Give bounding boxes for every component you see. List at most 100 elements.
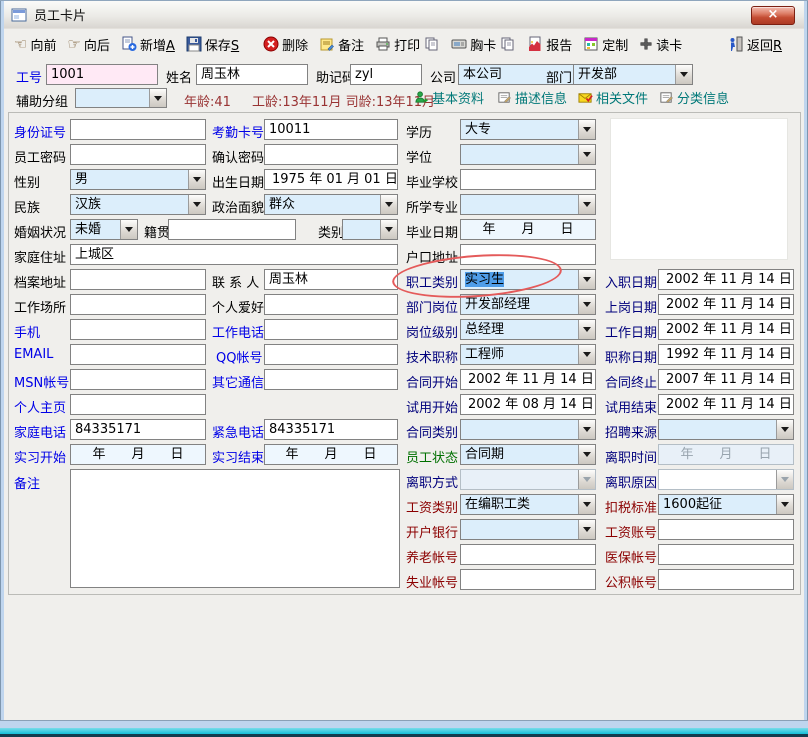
chevron-down-icon[interactable] [578,120,595,139]
chevron-down-icon[interactable] [578,195,595,214]
workplace-input[interactable] [70,294,206,315]
emp-type-select[interactable]: 实习生 [460,269,596,290]
native-place-input[interactable] [168,219,296,240]
msn-input[interactable] [70,369,206,390]
medical-account-input[interactable] [658,544,794,565]
homepage-input[interactable] [70,394,206,415]
emp-status-select[interactable]: 合同期 [460,444,596,465]
political-select[interactable]: 群众 [264,194,398,215]
chevron-down-icon[interactable] [578,295,595,314]
badge-preview-button[interactable] [500,36,516,52]
tab-basic-info[interactable]: 基本资料 [414,88,484,107]
prev-button[interactable]: ☜ 向前 [14,35,56,54]
chevron-down-icon[interactable] [578,445,595,464]
major-select[interactable] [460,194,596,215]
grad-date-field[interactable]: 年 月 日 [460,219,596,240]
degree-select[interactable] [460,144,596,165]
read-card-button[interactable]: 读卡 [639,35,682,54]
category-select[interactable] [342,219,398,240]
home-address-input[interactable]: 上城区 [70,244,398,265]
password-input[interactable] [70,144,206,165]
next-button[interactable]: ☞ 向后 [67,35,109,54]
marital-select[interactable]: 未婚 [70,219,138,240]
pension-account-input[interactable] [460,544,596,565]
email-input[interactable] [70,344,206,365]
trial-start-field[interactable]: 2002 年 08 月 14 日 [460,394,596,415]
tax-standard-select[interactable]: 1600起征 [658,494,794,515]
work-date-field[interactable]: 2002 年 11 月 14 日 [658,319,794,340]
qq-input[interactable] [264,344,398,365]
contract-end-field[interactable]: 2007 年 11 月 14 日 [658,369,794,390]
title-date-field[interactable]: 1992 年 11 月 14 日 [658,344,794,365]
title-bar[interactable]: 员工卡片 × [4,1,804,29]
save-button[interactable]: 保存S [186,35,239,54]
salary-type-select[interactable]: 在编职工类 [460,494,596,515]
tab-description-info[interactable]: 描述信息 [497,88,567,107]
customize-button[interactable]: 定制 [583,35,628,54]
dept-select[interactable]: 开发部 [573,64,693,85]
contact-input[interactable]: 周玉林 [264,269,398,290]
back-button[interactable]: 返回R [728,35,782,54]
work-phone-input[interactable] [264,319,398,340]
school-input[interactable] [460,169,596,190]
print-button[interactable]: 打印 [375,35,420,54]
unemployment-account-input[interactable] [460,569,596,590]
archive-address-input[interactable] [70,269,206,290]
memo-textarea[interactable] [70,469,400,588]
gender-select[interactable]: 男 [70,169,206,190]
close-button[interactable]: × [751,6,795,25]
recruit-source-select[interactable] [658,419,794,440]
print-preview-button[interactable] [424,36,440,52]
chevron-down-icon[interactable] [578,270,595,289]
chevron-down-icon[interactable] [578,420,595,439]
chevron-down-icon[interactable] [675,65,692,84]
report-button[interactable]: 报告 [527,35,572,54]
hire-date-field[interactable]: 2002 年 11 月 14 日 [658,269,794,290]
chevron-down-icon[interactable] [578,320,595,339]
mobile-input[interactable] [70,319,206,340]
chevron-down-icon[interactable] [578,495,595,514]
other-comm-input[interactable] [264,369,398,390]
intern-start-date-field[interactable]: 年 月 日 [70,444,206,465]
aux-group-select[interactable] [75,88,167,108]
intern-end-date-field[interactable]: 年 月 日 [264,444,398,465]
salary-account-input[interactable] [658,519,794,540]
birth-date-field[interactable]: 1975 年 01 月 01 日 [264,169,398,190]
chevron-down-icon[interactable] [149,89,166,107]
chevron-down-icon[interactable] [578,345,595,364]
emp-no-input[interactable]: 1001 [46,64,158,85]
ethnic-select[interactable]: 汉族 [70,194,206,215]
note-button[interactable]: 备注 [319,35,364,54]
fund-account-input[interactable] [658,569,794,590]
add-button[interactable]: 新增A [121,35,175,54]
attendance-card-input[interactable]: 10011 [264,119,398,140]
chevron-down-icon[interactable] [188,195,205,214]
post-level-select[interactable]: 总经理 [460,319,596,340]
chevron-down-icon[interactable] [776,420,793,439]
position-select[interactable]: 开发部经理 [460,294,596,315]
tech-title-select[interactable]: 工程师 [460,344,596,365]
delete-button[interactable]: 删除 [263,35,308,54]
id-no-input[interactable] [70,119,206,140]
tab-category-info[interactable]: 分类信息 [659,88,729,107]
education-select[interactable]: 大专 [460,119,596,140]
home-phone-input[interactable]: 84335171 [70,419,206,440]
photo-placeholder[interactable] [610,118,788,260]
chevron-down-icon[interactable] [578,145,595,164]
hobby-input[interactable] [264,294,398,315]
hukou-address-input[interactable] [460,244,596,265]
bank-select[interactable] [460,519,596,540]
post-date-field[interactable]: 2002 年 11 月 14 日 [658,294,794,315]
chevron-down-icon[interactable] [776,495,793,514]
contract-start-field[interactable]: 2002 年 11 月 14 日 [460,369,596,390]
trial-end-field[interactable]: 2002 年 11 月 14 日 [658,394,794,415]
confirm-password-input[interactable] [264,144,398,165]
chevron-down-icon[interactable] [188,170,205,189]
chevron-down-icon[interactable] [380,195,397,214]
chevron-down-icon[interactable] [380,220,397,239]
contract-type-select[interactable] [460,419,596,440]
name-input[interactable]: 周玉林 [196,64,308,85]
mnemonic-input[interactable]: zyl [350,64,422,85]
emergency-phone-input[interactable]: 84335171 [264,419,398,440]
tab-related-files[interactable]: 相关文件 [578,88,648,107]
